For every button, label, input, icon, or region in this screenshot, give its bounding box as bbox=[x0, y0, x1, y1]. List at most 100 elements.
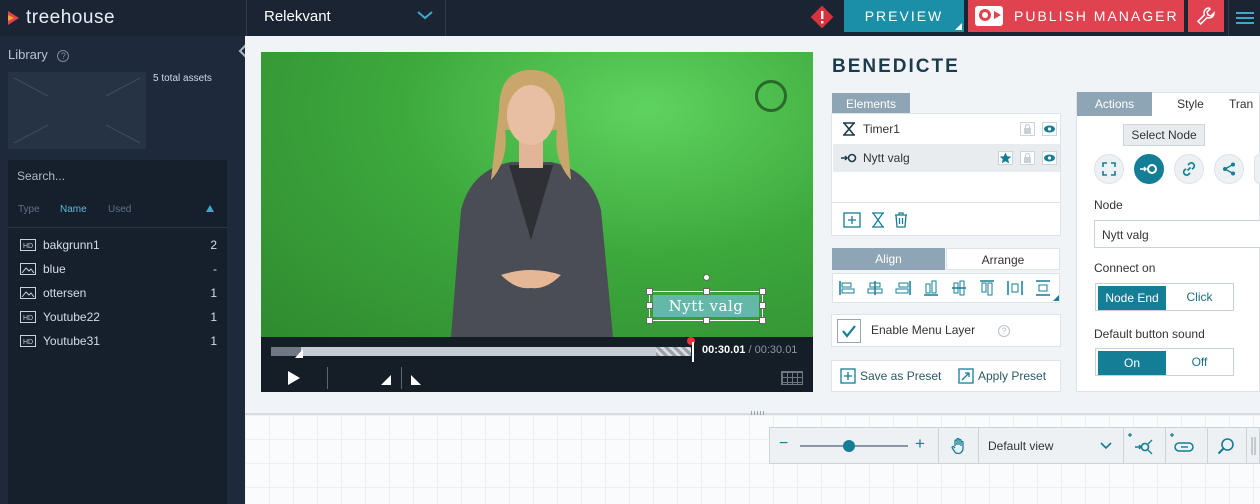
zoom-slider-knob[interactable] bbox=[842, 440, 855, 452]
preview-label: PREVIEW bbox=[864, 8, 944, 24]
lock-icon[interactable] bbox=[1020, 151, 1035, 165]
apply-preset-button[interactable]: Apply Preset bbox=[958, 368, 1046, 384]
control-divider bbox=[327, 367, 328, 389]
zoom-out-button[interactable]: − bbox=[779, 435, 788, 453]
resize-handle-nw[interactable] bbox=[646, 288, 653, 295]
tab-transitions[interactable]: Tran bbox=[1229, 92, 1260, 116]
sound-on[interactable]: On bbox=[1098, 351, 1166, 375]
publish-manager-button[interactable]: PUBLISH MANAGER bbox=[968, 0, 1184, 32]
play-icon[interactable] bbox=[288, 371, 300, 385]
align-left-icon[interactable] bbox=[839, 280, 855, 296]
hand-pan-icon[interactable] bbox=[950, 437, 968, 455]
warning-icon[interactable] bbox=[810, 5, 834, 29]
tab-actions[interactable]: Actions bbox=[1077, 92, 1152, 116]
zoom-in-button[interactable]: + bbox=[915, 434, 925, 454]
sound-off[interactable]: Off bbox=[1166, 349, 1233, 375]
element-row-nytt-valg[interactable]: Nytt valg bbox=[833, 144, 1060, 172]
resize-handle-w[interactable] bbox=[646, 302, 653, 309]
resize-handle-sw[interactable] bbox=[646, 317, 653, 324]
column-type[interactable]: Type bbox=[18, 204, 40, 215]
connect-on-node-end[interactable]: Node End bbox=[1098, 286, 1166, 310]
share-action-button[interactable] bbox=[1214, 154, 1244, 184]
library-title: Library ? bbox=[8, 47, 70, 62]
resize-handle-s[interactable] bbox=[703, 317, 710, 324]
lock-icon[interactable] bbox=[1020, 122, 1035, 136]
project-selector[interactable]: Relekvant bbox=[246, 0, 446, 36]
sort-ascending-icon[interactable] bbox=[206, 205, 214, 212]
tab-elements[interactable]: Elements bbox=[832, 93, 910, 114]
select-node-action-button[interactable] bbox=[1134, 154, 1164, 184]
playhead-line[interactable] bbox=[692, 342, 694, 362]
toolbar-divider bbox=[1207, 428, 1208, 463]
rotate-handle[interactable] bbox=[703, 274, 710, 281]
publish-label: PUBLISH MANAGER bbox=[1014, 8, 1179, 24]
nytt-valg-overlay-button[interactable]: Nytt valg bbox=[653, 295, 759, 317]
add-node-icon[interactable] bbox=[1126, 430, 1156, 460]
add-timer-icon[interactable] bbox=[870, 212, 886, 228]
timeline-track[interactable] bbox=[271, 347, 691, 356]
add-button-element-icon[interactable] bbox=[1168, 430, 1198, 460]
node-select-input[interactable]: Nytt valg bbox=[1094, 220, 1260, 248]
add-element-icon[interactable] bbox=[843, 212, 861, 228]
link-action-button[interactable] bbox=[1174, 154, 1204, 184]
save-as-preset-button[interactable]: Save as Preset bbox=[840, 368, 941, 384]
connect-on-click[interactable]: Click bbox=[1166, 284, 1233, 310]
asset-row[interactable]: HD Youtube31 1 bbox=[8, 328, 227, 352]
search-icon[interactable] bbox=[1217, 437, 1235, 455]
set-out-point-icon[interactable] bbox=[411, 375, 421, 385]
set-in-point-icon[interactable] bbox=[381, 375, 391, 385]
more-options-corner-icon[interactable] bbox=[1053, 295, 1059, 301]
help-icon[interactable]: ? bbox=[998, 325, 1010, 337]
library-search-input[interactable]: Search... bbox=[8, 160, 227, 190]
resize-handle-ne[interactable] bbox=[759, 288, 766, 295]
in-point-marker-icon[interactable] bbox=[295, 349, 303, 358]
column-name[interactable]: Name bbox=[60, 204, 87, 215]
tab-style[interactable]: Style bbox=[1153, 92, 1228, 116]
asset-row[interactable]: HD bakgrunn1 2 bbox=[8, 232, 227, 256]
distribute-horizontal-icon[interactable] bbox=[1007, 280, 1023, 296]
elements-panel: Timer1 Nytt valg bbox=[831, 113, 1061, 236]
timeline-fill bbox=[301, 347, 656, 356]
grid-toggle-icon[interactable] bbox=[781, 371, 803, 385]
toolbar-drag-grip-icon[interactable] bbox=[1251, 436, 1257, 456]
trash-icon[interactable] bbox=[893, 212, 909, 228]
treehouse-logo[interactable]: treehouse bbox=[6, 6, 115, 30]
tab-arrange[interactable]: Arrange bbox=[946, 248, 1060, 270]
hotspot-circle-marker[interactable] bbox=[755, 80, 787, 112]
enable-menu-layer-checkbox[interactable] bbox=[837, 319, 861, 343]
star-icon[interactable] bbox=[998, 151, 1013, 165]
preview-button[interactable]: PREVIEW bbox=[844, 0, 964, 32]
align-center-vertical-icon[interactable] bbox=[951, 280, 967, 296]
main-menu-button[interactable] bbox=[1228, 0, 1260, 36]
svg-text:HD: HD bbox=[23, 315, 33, 322]
column-used[interactable]: Used bbox=[108, 204, 131, 215]
align-center-horizontal-icon[interactable] bbox=[867, 280, 883, 296]
resize-handle-n[interactable] bbox=[703, 288, 710, 295]
asset-row[interactable]: HD Youtube22 1 bbox=[8, 304, 227, 328]
element-row-timer1[interactable]: Timer1 bbox=[833, 115, 1060, 143]
tab-align[interactable]: Align bbox=[832, 248, 945, 270]
resize-handle-se[interactable] bbox=[759, 317, 766, 324]
video-player: Nytt valg 00:30.01 / 00:30.01 bbox=[261, 52, 813, 392]
more-actions-button[interactable] bbox=[1254, 154, 1260, 184]
asset-used-count: - bbox=[213, 262, 217, 276]
chevron-down-icon[interactable] bbox=[1100, 442, 1112, 450]
default-button-sound-label: Default button sound bbox=[1094, 327, 1205, 341]
help-icon[interactable]: ? bbox=[57, 50, 70, 62]
fullscreen-icon bbox=[1102, 162, 1116, 176]
asset-row[interactable]: ottersen 1 bbox=[8, 280, 227, 304]
visibility-eye-icon[interactable] bbox=[1042, 151, 1057, 165]
visibility-eye-icon[interactable] bbox=[1042, 122, 1057, 136]
distribute-vertical-icon[interactable] bbox=[1035, 280, 1051, 296]
resize-handle-e[interactable] bbox=[759, 302, 766, 309]
fullscreen-action-button[interactable] bbox=[1094, 154, 1124, 184]
asset-row[interactable]: blue - bbox=[8, 256, 227, 280]
align-right-icon[interactable] bbox=[895, 280, 911, 296]
view-select[interactable]: Default view bbox=[988, 439, 1053, 453]
checkmark-icon bbox=[842, 325, 856, 338]
align-bottom-icon[interactable] bbox=[923, 280, 939, 296]
panel-resize-handle[interactable] bbox=[751, 411, 765, 415]
player-controls: 00:30.01 / 00:30.01 bbox=[261, 337, 813, 392]
align-top-icon[interactable] bbox=[979, 280, 995, 296]
settings-button[interactable] bbox=[1188, 0, 1224, 32]
